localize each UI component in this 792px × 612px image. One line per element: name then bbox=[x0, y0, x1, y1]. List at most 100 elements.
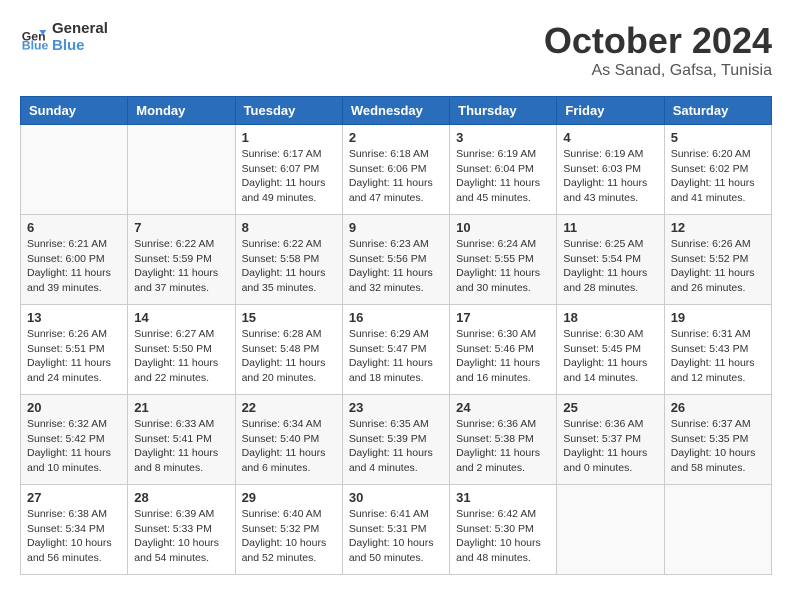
logo: Gen Blue General Blue bbox=[20, 20, 108, 55]
day-info: Sunrise: 6:31 AM Sunset: 5:43 PM Dayligh… bbox=[671, 327, 765, 386]
weekday-header-wednesday: Wednesday bbox=[342, 97, 449, 125]
calendar-cell: 7 Sunrise: 6:22 AM Sunset: 5:59 PM Daylig… bbox=[128, 215, 235, 305]
calendar-cell: 24 Sunrise: 6:36 AM Sunset: 5:38 PM Dayli… bbox=[450, 395, 557, 485]
day-number: 2 bbox=[349, 130, 443, 145]
logo-icon: Gen Blue bbox=[20, 23, 48, 51]
day-info: Sunrise: 6:41 AM Sunset: 5:31 PM Dayligh… bbox=[349, 507, 443, 566]
day-number: 26 bbox=[671, 400, 765, 415]
calendar-cell: 11 Sunrise: 6:25 AM Sunset: 5:54 PM Dayli… bbox=[557, 215, 664, 305]
day-info: Sunrise: 6:19 AM Sunset: 6:03 PM Dayligh… bbox=[563, 147, 657, 206]
day-info: Sunrise: 6:36 AM Sunset: 5:37 PM Dayligh… bbox=[563, 417, 657, 476]
day-info: Sunrise: 6:32 AM Sunset: 5:42 PM Dayligh… bbox=[27, 417, 121, 476]
day-number: 14 bbox=[134, 310, 228, 325]
calendar-cell: 22 Sunrise: 6:34 AM Sunset: 5:40 PM Dayli… bbox=[235, 395, 342, 485]
day-number: 27 bbox=[27, 490, 121, 505]
calendar-cell: 20 Sunrise: 6:32 AM Sunset: 5:42 PM Dayli… bbox=[21, 395, 128, 485]
day-number: 30 bbox=[349, 490, 443, 505]
calendar-cell: 28Sunrise: 6:39 AM Sunset: 5:33 PM Dayli… bbox=[128, 485, 235, 575]
day-number: 5 bbox=[671, 130, 765, 145]
day-info: Sunrise: 6:29 AM Sunset: 5:47 PM Dayligh… bbox=[349, 327, 443, 386]
calendar-cell: 2 Sunrise: 6:18 AM Sunset: 6:06 PM Daylig… bbox=[342, 125, 449, 215]
day-info: Sunrise: 6:30 AM Sunset: 5:46 PM Dayligh… bbox=[456, 327, 550, 386]
weekday-header-saturday: Saturday bbox=[664, 97, 771, 125]
calendar-cell: 25 Sunrise: 6:36 AM Sunset: 5:37 PM Dayli… bbox=[557, 395, 664, 485]
day-info: Sunrise: 6:17 AM Sunset: 6:07 PM Dayligh… bbox=[242, 147, 336, 206]
calendar-cell: 21Sunrise: 6:33 AM Sunset: 5:41 PM Dayli… bbox=[128, 395, 235, 485]
calendar-week-4: 20 Sunrise: 6:32 AM Sunset: 5:42 PM Dayli… bbox=[21, 395, 772, 485]
day-info: Sunrise: 6:22 AM Sunset: 5:58 PM Dayligh… bbox=[242, 237, 336, 296]
day-info: Sunrise: 6:25 AM Sunset: 5:54 PM Dayligh… bbox=[563, 237, 657, 296]
calendar-cell: 3Sunrise: 6:19 AM Sunset: 6:04 PM Daylig… bbox=[450, 125, 557, 215]
day-number: 15 bbox=[242, 310, 336, 325]
day-number: 29 bbox=[242, 490, 336, 505]
day-number: 10 bbox=[456, 220, 550, 235]
day-number: 12 bbox=[671, 220, 765, 235]
calendar-header-row: SundayMondayTuesdayWednesdayThursdayFrid… bbox=[21, 97, 772, 125]
day-info: Sunrise: 6:22 AM Sunset: 5:59 PM Dayligh… bbox=[134, 237, 228, 296]
day-info: Sunrise: 6:37 AM Sunset: 5:35 PM Dayligh… bbox=[671, 417, 765, 476]
day-info: Sunrise: 6:36 AM Sunset: 5:38 PM Dayligh… bbox=[456, 417, 550, 476]
calendar-cell: 10 Sunrise: 6:24 AM Sunset: 5:55 PM Dayli… bbox=[450, 215, 557, 305]
calendar-cell: 1 Sunrise: 6:17 AM Sunset: 6:07 PM Daylig… bbox=[235, 125, 342, 215]
day-number: 8 bbox=[242, 220, 336, 235]
day-info: Sunrise: 6:38 AM Sunset: 5:34 PM Dayligh… bbox=[27, 507, 121, 566]
day-info: Sunrise: 6:21 AM Sunset: 6:00 PM Dayligh… bbox=[27, 237, 121, 296]
month-title: October 2024 bbox=[544, 20, 772, 62]
day-number: 9 bbox=[349, 220, 443, 235]
calendar-cell: 16 Sunrise: 6:29 AM Sunset: 5:47 PM Dayli… bbox=[342, 305, 449, 395]
calendar-cell: 5 Sunrise: 6:20 AM Sunset: 6:02 PM Daylig… bbox=[664, 125, 771, 215]
day-info: Sunrise: 6:30 AM Sunset: 5:45 PM Dayligh… bbox=[563, 327, 657, 386]
day-number: 7 bbox=[134, 220, 228, 235]
day-info: Sunrise: 6:27 AM Sunset: 5:50 PM Dayligh… bbox=[134, 327, 228, 386]
calendar-cell: 31Sunrise: 6:42 AM Sunset: 5:30 PM Dayli… bbox=[450, 485, 557, 575]
day-number: 17 bbox=[456, 310, 550, 325]
day-info: Sunrise: 6:20 AM Sunset: 6:02 PM Dayligh… bbox=[671, 147, 765, 206]
day-number: 20 bbox=[27, 400, 121, 415]
day-info: Sunrise: 6:34 AM Sunset: 5:40 PM Dayligh… bbox=[242, 417, 336, 476]
day-info: Sunrise: 6:18 AM Sunset: 6:06 PM Dayligh… bbox=[349, 147, 443, 206]
weekday-header-monday: Monday bbox=[128, 97, 235, 125]
calendar-week-5: 27 Sunrise: 6:38 AM Sunset: 5:34 PM Dayli… bbox=[21, 485, 772, 575]
day-number: 4 bbox=[563, 130, 657, 145]
day-number: 28 bbox=[134, 490, 228, 505]
day-number: 1 bbox=[242, 130, 336, 145]
calendar-cell bbox=[557, 485, 664, 575]
day-number: 25 bbox=[563, 400, 657, 415]
day-info: Sunrise: 6:26 AM Sunset: 5:52 PM Dayligh… bbox=[671, 237, 765, 296]
weekday-header-tuesday: Tuesday bbox=[235, 97, 342, 125]
page-header: Gen Blue General Blue October 2024 As Sa… bbox=[20, 20, 772, 80]
day-info: Sunrise: 6:24 AM Sunset: 5:55 PM Dayligh… bbox=[456, 237, 550, 296]
day-number: 6 bbox=[27, 220, 121, 235]
calendar-cell: 15Sunrise: 6:28 AM Sunset: 5:48 PM Dayli… bbox=[235, 305, 342, 395]
calendar-cell: 17 Sunrise: 6:30 AM Sunset: 5:46 PM Dayli… bbox=[450, 305, 557, 395]
calendar-cell: 13Sunrise: 6:26 AM Sunset: 5:51 PM Dayli… bbox=[21, 305, 128, 395]
calendar-cell: 23 Sunrise: 6:35 AM Sunset: 5:39 PM Dayli… bbox=[342, 395, 449, 485]
day-info: Sunrise: 6:40 AM Sunset: 5:32 PM Dayligh… bbox=[242, 507, 336, 566]
calendar-cell: 19 Sunrise: 6:31 AM Sunset: 5:43 PM Dayli… bbox=[664, 305, 771, 395]
weekday-header-sunday: Sunday bbox=[21, 97, 128, 125]
calendar-cell: 6 Sunrise: 6:21 AM Sunset: 6:00 PM Daylig… bbox=[21, 215, 128, 305]
svg-text:Blue: Blue bbox=[22, 39, 48, 52]
day-info: Sunrise: 6:42 AM Sunset: 5:30 PM Dayligh… bbox=[456, 507, 550, 566]
day-number: 11 bbox=[563, 220, 657, 235]
calendar-cell: 29 Sunrise: 6:40 AM Sunset: 5:32 PM Dayli… bbox=[235, 485, 342, 575]
calendar-cell bbox=[128, 125, 235, 215]
logo-text-line2: Blue bbox=[52, 37, 108, 54]
calendar-cell: 4 Sunrise: 6:19 AM Sunset: 6:03 PM Daylig… bbox=[557, 125, 664, 215]
day-info: Sunrise: 6:35 AM Sunset: 5:39 PM Dayligh… bbox=[349, 417, 443, 476]
calendar-cell bbox=[21, 125, 128, 215]
weekday-header-thursday: Thursday bbox=[450, 97, 557, 125]
day-number: 24 bbox=[456, 400, 550, 415]
day-number: 23 bbox=[349, 400, 443, 415]
day-info: Sunrise: 6:23 AM Sunset: 5:56 PM Dayligh… bbox=[349, 237, 443, 296]
calendar-cell: 9 Sunrise: 6:23 AM Sunset: 5:56 PM Daylig… bbox=[342, 215, 449, 305]
calendar-cell: 12 Sunrise: 6:26 AM Sunset: 5:52 PM Dayli… bbox=[664, 215, 771, 305]
day-number: 16 bbox=[349, 310, 443, 325]
calendar-week-3: 13Sunrise: 6:26 AM Sunset: 5:51 PM Dayli… bbox=[21, 305, 772, 395]
weekday-header-friday: Friday bbox=[557, 97, 664, 125]
day-number: 13 bbox=[27, 310, 121, 325]
day-number: 22 bbox=[242, 400, 336, 415]
day-number: 19 bbox=[671, 310, 765, 325]
day-number: 18 bbox=[563, 310, 657, 325]
logo-text-line1: General bbox=[52, 20, 108, 37]
